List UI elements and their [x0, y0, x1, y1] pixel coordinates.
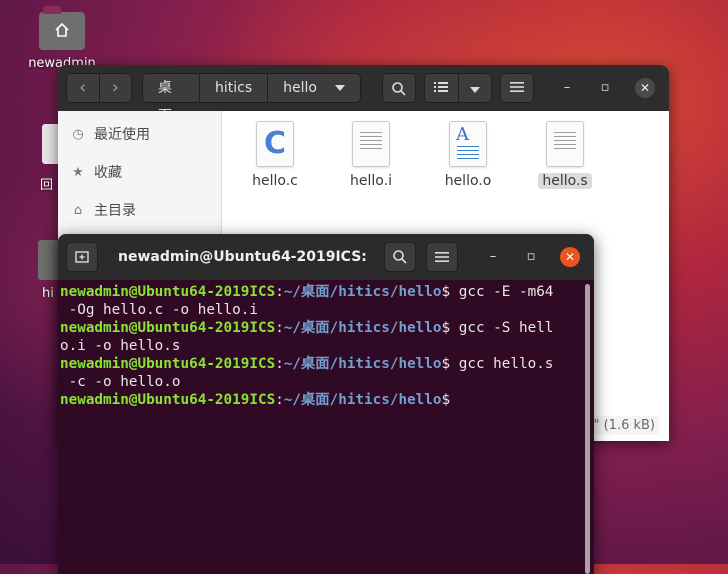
- maximize-button[interactable]: ▫: [596, 79, 614, 97]
- home-icon: [55, 22, 69, 37]
- prompt-line: newadmin@Ubuntu64-2019ICS:~/桌面/hitics/he…: [60, 392, 450, 408]
- clock-icon: ◷: [72, 126, 84, 142]
- breadcrumb-item[interactable]: hitics: [200, 74, 269, 102]
- prompt-char: $: [441, 392, 451, 408]
- file-item-selected[interactable]: hello.s: [525, 121, 605, 189]
- close-icon: ✕: [639, 81, 651, 95]
- file-name: hello.s: [538, 173, 592, 189]
- close-icon: ✕: [564, 250, 576, 264]
- breadcrumb: 桌面 hitics hello: [142, 73, 361, 124]
- search-icon: [393, 250, 407, 264]
- command-continuation: o.i -o hello.s: [60, 338, 181, 354]
- command-text: gcc -E -m64: [450, 284, 554, 300]
- list-view-button[interactable]: [425, 74, 459, 102]
- new-tab-button[interactable]: [66, 242, 98, 272]
- desktop-home-folder[interactable]: newadmin: [24, 6, 100, 71]
- hamburger-icon: [510, 82, 524, 92]
- prompt-path: ~/桌面/hitics/hello: [283, 356, 442, 372]
- sidebar-item-label: 主目录: [94, 203, 136, 219]
- prompt-line: newadmin@Ubuntu64-2019ICS:~/桌面/hitics/he…: [60, 284, 553, 300]
- sidebar-item-starred[interactable]: ★ 收藏: [70, 161, 122, 183]
- file-item[interactable]: hello.i: [331, 121, 411, 189]
- scrollbar[interactable]: [585, 284, 590, 574]
- terminal-header: newadmin@Ubuntu64-2019ICS: ~... – ▫ ✕: [58, 234, 594, 280]
- terminal-output[interactable]: newadmin@Ubuntu64-2019ICS:~/桌面/hitics/he…: [58, 280, 584, 574]
- prompt-char: $: [441, 284, 451, 300]
- menu-button[interactable]: [500, 73, 534, 103]
- terminal-search-button[interactable]: [384, 242, 416, 272]
- forward-button[interactable]: ›: [100, 74, 132, 102]
- command-text: gcc hello.s: [450, 356, 554, 372]
- minimize-button[interactable]: –: [558, 79, 576, 97]
- new-tab-icon: [75, 251, 89, 263]
- prompt-user-host: newadmin@Ubuntu64-2019ICS: [60, 392, 276, 408]
- chevron-down-icon: [469, 87, 480, 93]
- breadcrumb-label: hello: [283, 80, 317, 96]
- close-button[interactable]: ✕: [560, 247, 580, 267]
- prompt-line: newadmin@Ubuntu64-2019ICS:~/桌面/hitics/he…: [60, 320, 553, 336]
- prompt-user-host: newadmin@Ubuntu64-2019ICS: [60, 320, 276, 336]
- text-file-icon: [352, 121, 390, 167]
- file-name: hello.i: [350, 173, 392, 189]
- command-text: gcc -S hell: [450, 320, 554, 336]
- hamburger-icon: [435, 252, 449, 262]
- object-file-icon: A: [449, 121, 487, 167]
- status-bar: " (1.6 kB): [589, 416, 659, 435]
- prompt-path: ~/桌面/hitics/hello: [283, 392, 442, 408]
- star-icon: ★: [72, 164, 84, 180]
- file-item[interactable]: A hello.o: [428, 121, 508, 189]
- command-continuation: -Og hello.c -o hello.i: [60, 302, 258, 318]
- command-continuation: -c -o hello.o: [60, 374, 181, 390]
- prompt-sep: :: [275, 320, 284, 336]
- breadcrumb-current[interactable]: hello: [268, 74, 360, 102]
- file-manager-header: ‹ › 桌面 hitics hello – ▫ ✕: [58, 65, 669, 124]
- prompt-line: newadmin@Ubuntu64-2019ICS:~/桌面/hitics/he…: [60, 356, 553, 372]
- terminal-window: newadmin@Ubuntu64-2019ICS: ~... – ▫ ✕ ne…: [58, 234, 594, 574]
- file-name: hello.c: [252, 173, 298, 189]
- search-icon: [392, 82, 406, 96]
- maximize-button[interactable]: ▫: [522, 248, 540, 266]
- terminal-menu-button[interactable]: [426, 242, 458, 272]
- desktop-icon-label: 回: [40, 178, 54, 193]
- c-source-file-icon: C: [256, 121, 294, 167]
- sidebar-item-label: 最近使用: [94, 127, 150, 143]
- prompt-path: ~/桌面/hitics/hello: [283, 284, 442, 300]
- file-item[interactable]: C hello.c: [235, 121, 315, 189]
- terminal-title: newadmin@Ubuntu64-2019ICS: ~...: [118, 249, 373, 265]
- prompt-user-host: newadmin@Ubuntu64-2019ICS: [60, 284, 276, 300]
- text-file-icon: [546, 121, 584, 167]
- prompt-sep: :: [275, 284, 284, 300]
- file-name: hello.o: [444, 173, 492, 189]
- desktop-icon-label: hi: [42, 286, 54, 301]
- sidebar-item-label: 收藏: [94, 165, 122, 181]
- prompt-char: $: [441, 356, 451, 372]
- view-options-button[interactable]: [459, 74, 492, 102]
- home-icon: ⌂: [73, 202, 83, 218]
- back-button[interactable]: ‹: [67, 74, 100, 102]
- sidebar-item-home[interactable]: ⌂ 主目录: [70, 199, 136, 221]
- close-button[interactable]: ✕: [635, 78, 655, 98]
- list-icon: [434, 82, 449, 92]
- minimize-button[interactable]: –: [484, 248, 502, 266]
- search-button[interactable]: [382, 73, 416, 103]
- folder-icon: [39, 6, 85, 50]
- prompt-sep: :: [275, 356, 284, 372]
- folder-icon[interactable]: [38, 240, 58, 280]
- prompt-user-host: newadmin@Ubuntu64-2019ICS: [60, 356, 276, 372]
- sidebar-item-recent[interactable]: ◷ 最近使用: [70, 123, 150, 145]
- view-toggle-group: [424, 73, 492, 103]
- breadcrumb-item[interactable]: 桌面: [143, 74, 201, 124]
- chevron-down-icon: [335, 85, 345, 91]
- prompt-char: $: [441, 320, 451, 336]
- prompt-sep: :: [275, 392, 284, 408]
- nav-buttons: ‹ ›: [66, 73, 132, 103]
- prompt-path: ~/桌面/hitics/hello: [283, 320, 442, 336]
